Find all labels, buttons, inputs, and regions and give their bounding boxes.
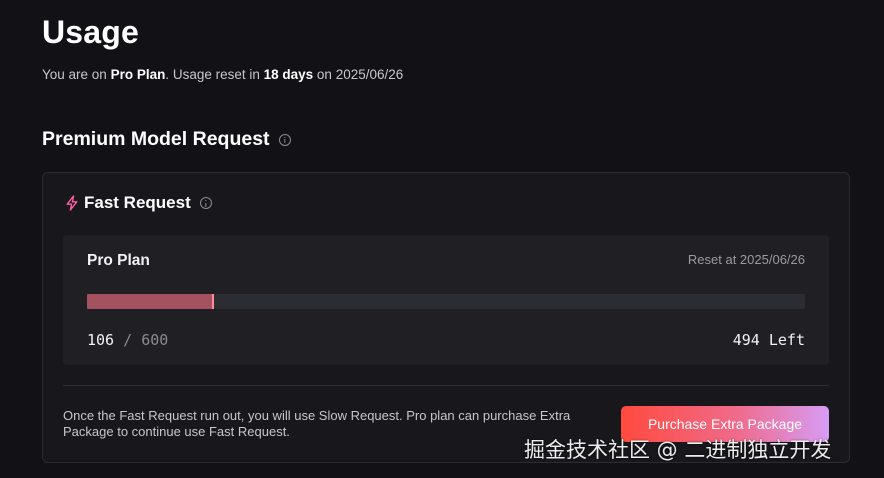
reset-days: 18 days [263,67,314,82]
info-icon[interactable] [278,133,291,146]
reset-date: 2025/06/26 [335,67,404,82]
current-plan-name: Pro Plan [110,67,166,82]
remaining-count: 494 Left [732,331,805,349]
used-count: 106 [87,331,115,349]
card-header: Fast Request [65,193,212,213]
fast-request-card: Fast Request Pro Plan Reset at 2025/06/2… [42,172,850,463]
card-title: Fast Request [84,193,191,212]
page-title: Usage [42,14,140,50]
reset-at-label: Reset at 2025/06/26 [687,252,805,267]
section-title: Premium Model Request [42,128,291,151]
watermark: 掘金技术社区 @ 二进制独立开发 [524,438,832,462]
usage-progress-bar [87,294,805,309]
info-icon[interactable] [199,197,212,209]
subtitle-prefix: You are on [42,67,111,82]
usage-separator: / [114,331,142,349]
total-count: 600 [141,331,169,349]
section-title-text: Premium Model Request [42,128,270,150]
usage-subtitle: You are on Pro Plan. Usage reset in 18 d… [42,67,403,82]
subtitle-mid: . Usage reset in [165,67,264,82]
divider [63,385,829,386]
lightning-bolt-icon [66,195,78,211]
plan-usage-panel: Pro Plan Reset at 2025/06/26 106 / 600 4… [63,235,829,365]
plan-name: Pro Plan [87,252,150,269]
usage-page: Usage You are on Pro Plan. Usage reset i… [0,0,884,478]
fast-request-footnote: Once the Fast Request run out, you will … [63,408,571,439]
subtitle-on: on [313,67,336,82]
usage-progress-fill [87,294,214,309]
usage-count: 106 / 600 [87,331,168,349]
